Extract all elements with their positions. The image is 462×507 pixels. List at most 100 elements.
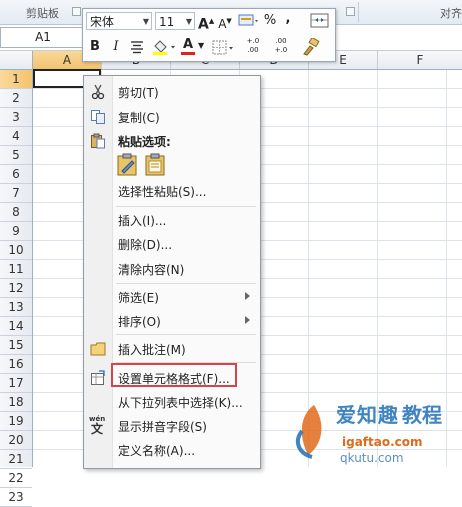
name-box[interactable]: A1 <box>0 27 86 48</box>
menu-item-sort[interactable]: 排序(O) <box>84 309 260 332</box>
phonetic-icon: wén 文 <box>89 415 106 436</box>
menu-item-label: 从下拉列表中选择(K)... <box>118 396 243 410</box>
menu-item-pick-from-list[interactable]: 从下拉列表中选择(K)... <box>84 390 260 413</box>
menu-item-label: 显示拼音字段(S) <box>118 420 207 434</box>
menu-item-insert-comment[interactable]: 插入批注(M) <box>84 337 260 360</box>
menu-separator <box>116 206 256 207</box>
chevron-right-icon <box>245 316 250 324</box>
menu-item-label: 排序(O) <box>118 315 161 329</box>
menu-item-label: 筛选(E) <box>118 291 159 305</box>
menu-item-show-phonetic[interactable]: wén 文 显示拼音字段(S) <box>84 414 260 437</box>
chevron-down-icon: ▼ <box>185 17 192 26</box>
format-painter-icon[interactable] <box>301 38 321 56</box>
watermark-line4: qkutu.com <box>340 451 404 465</box>
font-size-select[interactable]: 11 ▼ <box>155 12 195 30</box>
ribbon-group-align: 对齐 <box>440 7 462 20</box>
menu-item-delete[interactable]: 删除(D)... <box>84 232 260 255</box>
row-header[interactable]: 1 <box>0 70 32 89</box>
mini-toolbar: 宋体 ▼ 11 ▼ A▲ A▼ % , B I A ▼ +.0 .00 .00 … <box>82 8 336 62</box>
decrease-decimal-button[interactable]: .00 +.0 <box>269 37 293 55</box>
paste-icon <box>91 133 105 149</box>
row-header[interactable]: 19 <box>0 412 32 431</box>
watermark-line2: 教程 <box>402 403 442 427</box>
accounting-format-icon[interactable] <box>238 13 260 29</box>
chevron-down-icon[interactable]: ▼ <box>198 41 204 50</box>
comma-style-button[interactable]: , <box>282 10 294 28</box>
font-launcher-icon[interactable] <box>346 7 355 16</box>
grow-font-label: A <box>198 16 209 33</box>
menu-item-copy[interactable]: 复制(C) <box>84 105 260 128</box>
menu-item-insert[interactable]: 插入(I)... <box>84 208 260 231</box>
ribbon-group-clipboard: 剪贴板 <box>26 7 59 20</box>
column-header-f[interactable]: F <box>378 51 462 69</box>
row-header[interactable]: 22 <box>0 469 32 488</box>
shrink-font-button[interactable]: A▼ <box>217 12 233 31</box>
italic-button[interactable]: I <box>109 38 123 56</box>
row-header[interactable]: 11 <box>0 260 32 279</box>
row-header[interactable]: 6 <box>0 165 32 184</box>
font-color-button[interactable]: A <box>181 36 195 55</box>
chevron-down-icon: ▼ <box>142 17 149 26</box>
menu-item-label: 插入批注(M) <box>118 343 186 357</box>
menu-item-label: 剪切(T) <box>118 86 159 100</box>
row-header[interactable]: 17 <box>0 374 32 393</box>
row-header[interactable]: 13 <box>0 298 32 317</box>
menu-item-cut[interactable]: 剪切(T) <box>84 80 260 103</box>
context-menu: 剪切(T) 复制(C) 粘贴选项: 选择性粘贴(S)... 插入(I)... 删… <box>83 75 261 469</box>
row-header[interactable]: 8 <box>0 203 32 222</box>
ribbon-divider <box>358 2 359 22</box>
font-name-value: 宋体 <box>90 15 115 29</box>
row-header[interactable]: 21 <box>0 450 32 469</box>
row-headers: 1 2 3 4 5 6 7 8 9 10 11 12 13 14 15 16 17 18 19 20 21 22 23 <box>0 70 33 507</box>
menu-item-paste-options: 粘贴选项: <box>84 129 260 152</box>
row-header[interactable]: 12 <box>0 279 32 298</box>
watermark-line3: igaftao.com <box>342 435 423 449</box>
row-header[interactable]: 20 <box>0 431 32 450</box>
menu-item-clear-contents[interactable]: 清除内容(N) <box>84 257 260 280</box>
row-header[interactable]: 15 <box>0 336 32 355</box>
watermark-line1: 爱知趣 <box>336 403 399 427</box>
row-header[interactable]: 23 <box>0 488 32 507</box>
menu-separator <box>116 334 256 335</box>
font-size-value: 11 <box>159 15 175 29</box>
menu-item-define-name[interactable]: 定义名称(A)... <box>84 438 260 461</box>
menu-item-label: 清除内容(N) <box>118 263 185 277</box>
paste-format-icon[interactable] <box>116 153 140 177</box>
row-header[interactable]: 14 <box>0 317 32 336</box>
menu-item-label: 定义名称(A)... <box>118 444 196 458</box>
menu-item-label: 插入(I)... <box>118 214 167 228</box>
copy-icon <box>91 110 105 124</box>
bold-button[interactable]: B <box>88 38 102 56</box>
borders-icon[interactable] <box>212 40 236 56</box>
merge-center-icon[interactable] <box>310 13 330 29</box>
row-header[interactable]: 7 <box>0 184 32 203</box>
menu-item-label: 删除(D)... <box>118 238 173 252</box>
watermark: 爱知趣 教程 igaftao.com qkutu.com <box>290 395 462 467</box>
percent-style-button[interactable]: % <box>263 12 277 30</box>
select-all-corner[interactable] <box>0 51 33 69</box>
highlight-box <box>111 363 237 387</box>
row-header[interactable]: 4 <box>0 127 32 146</box>
comment-icon <box>90 342 106 356</box>
chevron-right-icon <box>245 292 250 300</box>
format-cells-icon <box>91 370 105 385</box>
row-header[interactable]: 18 <box>0 393 32 412</box>
font-name-select[interactable]: 宋体 ▼ <box>86 12 152 30</box>
menu-item-paste-special[interactable]: 选择性粘贴(S)... <box>84 179 260 202</box>
grow-font-button[interactable]: A▲ <box>198 12 214 33</box>
watermark-logo-icon <box>295 405 322 459</box>
row-header[interactable]: 2 <box>0 89 32 108</box>
align-center-icon[interactable] <box>129 40 145 54</box>
menu-item-filter[interactable]: 筛选(E) <box>84 285 260 308</box>
clipboard-launcher-icon[interactable] <box>72 7 81 16</box>
row-header[interactable]: 16 <box>0 355 32 374</box>
fill-color-icon[interactable] <box>151 38 177 56</box>
menu-item-label: 复制(C) <box>118 111 160 125</box>
increase-decimal-button[interactable]: +.0 .00 <box>241 37 265 55</box>
row-header[interactable]: 10 <box>0 241 32 260</box>
row-header[interactable]: 5 <box>0 146 32 165</box>
paste-values-icon[interactable] <box>144 153 168 177</box>
row-header[interactable]: 9 <box>0 222 32 241</box>
scissors-icon <box>91 84 105 100</box>
row-header[interactable]: 3 <box>0 108 32 127</box>
